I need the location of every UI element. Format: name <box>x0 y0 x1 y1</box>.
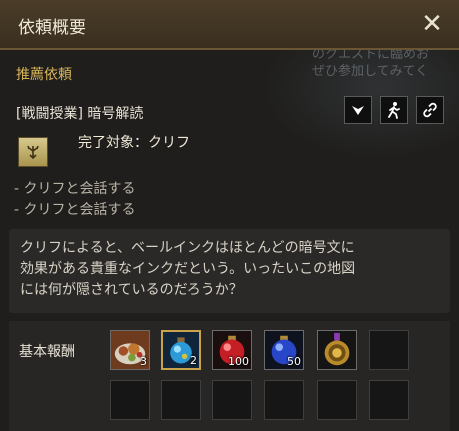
reward-slot-empty <box>264 380 304 420</box>
window-title: 依頼概要 <box>18 18 86 38</box>
reward-slot-empty <box>369 330 409 370</box>
description-line: 効果がある貴重なインクだという。いったいこの地図 <box>20 261 356 277</box>
item-count: 100 <box>228 355 249 368</box>
link-button[interactable] <box>416 96 444 124</box>
reward-slot-blue-elixir[interactable]: 50 <box>264 330 304 370</box>
link-icon <box>423 102 437 118</box>
dropdown-button[interactable] <box>344 96 372 124</box>
item-count: 3 <box>140 355 147 368</box>
close-icon[interactable]: ✕ <box>417 9 447 39</box>
golden-emblem-icon <box>318 331 356 369</box>
quest-name: [戦闘授業] 暗号解読 <box>16 106 144 122</box>
window-header: 依頼概要 ✕ <box>0 0 459 50</box>
reward-slot-food[interactable]: 3 <box>110 330 150 370</box>
reward-label: 基本報酬 <box>19 344 75 360</box>
navigate-button[interactable] <box>380 96 408 124</box>
description-line: には何が隠されているのだろうか？ <box>20 282 243 298</box>
item-count: 2 <box>190 354 197 367</box>
reward-slot-red-potion[interactable]: 100 <box>212 330 252 370</box>
reward-slot-empty <box>369 380 409 420</box>
reward-slot-empty <box>110 380 150 420</box>
completion-target: 完了対象：クリフ <box>78 135 190 151</box>
objective-item: - クリフと会話する <box>14 181 136 197</box>
background-text: のクエストに臨めお ぜひ参加してみてく <box>312 47 430 79</box>
section-title: 推薦依頼 <box>16 67 72 83</box>
reward-slot-blue-potion[interactable]: 2 <box>161 330 201 370</box>
reward-slot-empty <box>317 380 357 420</box>
reward-slot-empty <box>212 380 252 420</box>
quest-description: クリフによると、ベールインクはほとんどの暗号文に 効果がある貴重なインクだという… <box>9 229 450 313</box>
walking-person-icon <box>388 102 400 119</box>
description-line: クリフによると、ベールインクはほとんどの暗号文に <box>20 240 355 256</box>
objective-item: - クリフと会話する <box>14 202 136 218</box>
reward-slot-emblem[interactable] <box>317 330 357 370</box>
reward-slot-empty <box>161 380 201 420</box>
dropdown-icon <box>352 106 364 115</box>
quest-book-icon <box>18 137 48 167</box>
item-count: 50 <box>287 355 301 368</box>
